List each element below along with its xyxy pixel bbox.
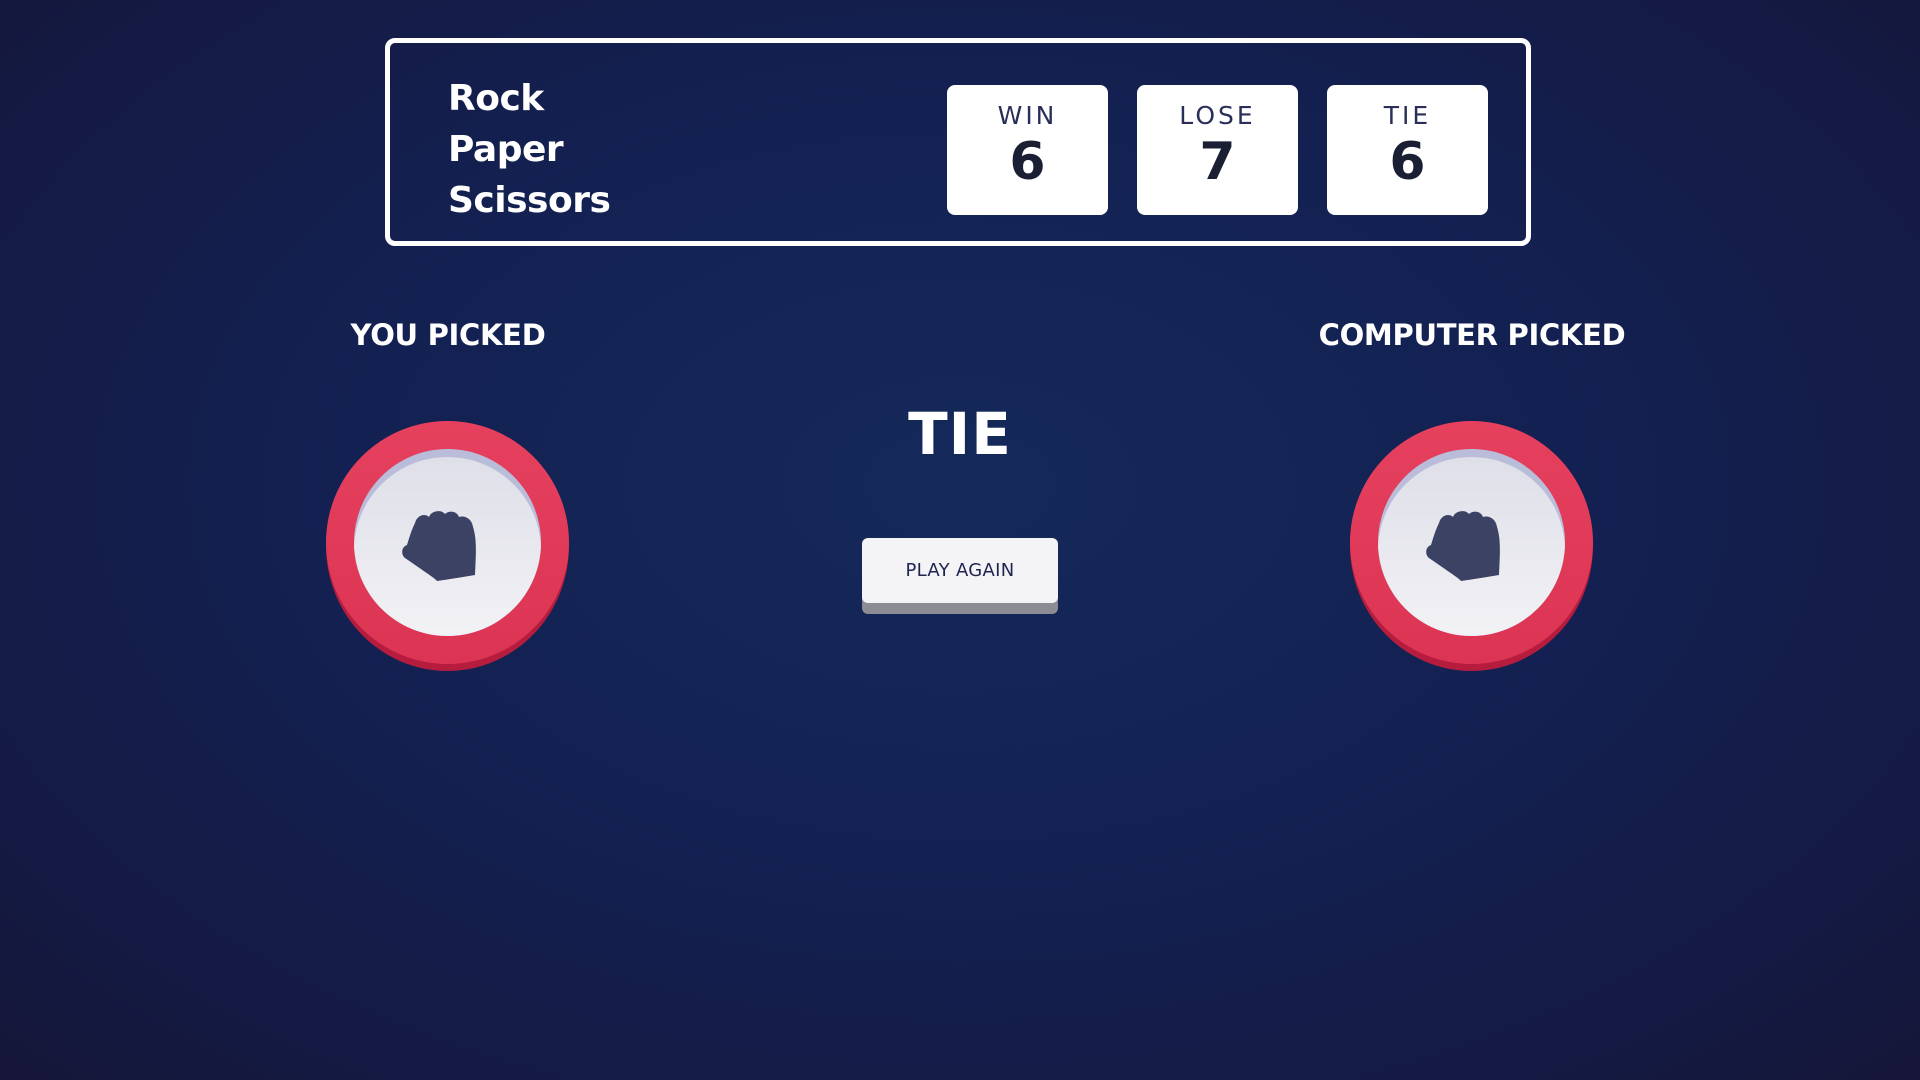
score-win-value: 6 — [1009, 132, 1046, 192]
game-title: Rock Paper Scissors — [448, 73, 611, 226]
score-lose-box: LOSE 7 — [1137, 85, 1298, 215]
you-picked-label: YOU PICKED — [350, 318, 546, 352]
game-title-line: Rock — [448, 78, 544, 119]
computer-picked-label: COMPUTER PICKED — [1318, 318, 1626, 352]
game-title-line: Scissors — [448, 180, 611, 221]
player-rock-chip — [326, 421, 569, 671]
score-tie-value: 6 — [1389, 132, 1426, 192]
result-text: TIE — [908, 400, 1012, 468]
score-lose-value: 7 — [1199, 132, 1236, 192]
score-win-label: WIN — [997, 101, 1058, 130]
fist-icon — [402, 511, 476, 581]
play-again-button[interactable]: PLAY AGAIN — [862, 538, 1058, 614]
play-again-button-label[interactable]: PLAY AGAIN — [862, 538, 1058, 603]
score-tie-box: TIE 6 — [1327, 85, 1488, 215]
fist-icon — [1426, 511, 1500, 581]
computer-rock-chip — [1350, 421, 1593, 671]
score-tie-label: TIE — [1383, 101, 1432, 130]
score-win-box: WIN 6 — [947, 85, 1108, 215]
scoreboard: Rock Paper Scissors WIN 6 LOSE 7 TIE 6 — [385, 38, 1531, 246]
score-lose-label: LOSE — [1179, 101, 1256, 130]
game-title-line: Paper — [448, 129, 564, 170]
